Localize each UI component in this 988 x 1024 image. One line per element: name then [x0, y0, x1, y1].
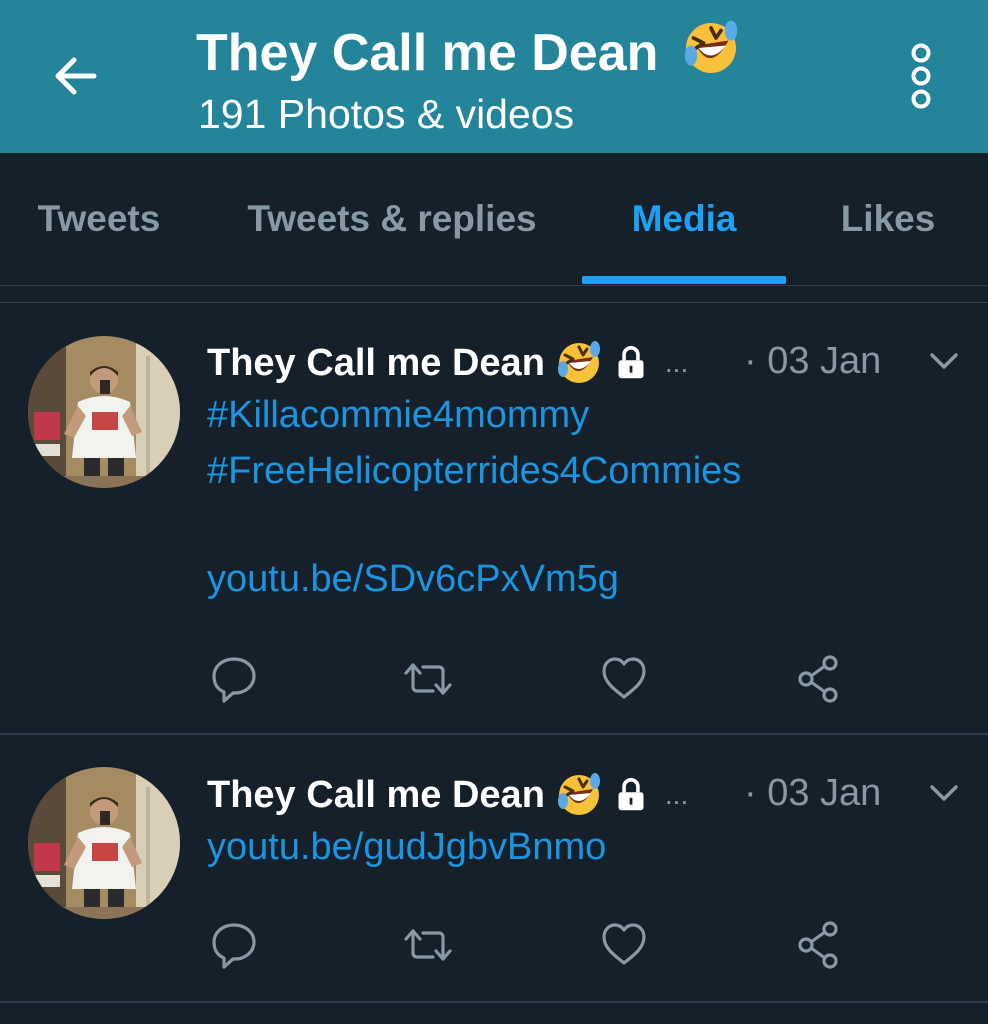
reply-button[interactable] [204, 649, 264, 709]
app-header: They Call me Dean 191 Photos & videos [0, 0, 988, 153]
rofl-emoji-icon [556, 771, 602, 817]
hashtag-link[interactable]: #Killacommie4mommy [207, 387, 589, 443]
profile-name: They Call me Dean [196, 24, 659, 82]
share-button[interactable] [788, 649, 848, 709]
tweet-author[interactable]: They Call me Dean ... [207, 339, 688, 387]
retweet-icon [404, 663, 452, 695]
tweet-item[interactable]: They Call me Dean ... · 03 Jan #Killacom… [0, 303, 988, 735]
retweet-button[interactable] [398, 649, 458, 709]
lock-icon [616, 345, 646, 381]
handle-truncated: ... [664, 779, 689, 810]
chevron-down-icon [930, 353, 958, 369]
more-options-button[interactable] [894, 38, 948, 114]
retweet-icon [404, 929, 452, 961]
url-link[interactable]: youtu.be/gudJgbvBnmo [207, 819, 606, 875]
share-icon [798, 921, 838, 969]
reply-icon [212, 923, 256, 969]
avatar-image [28, 336, 180, 488]
back-button[interactable] [44, 44, 108, 108]
like-button[interactable] [594, 915, 654, 975]
url-link[interactable]: youtu.be/SDv6cPxVm5g [207, 551, 619, 607]
divider [0, 1001, 988, 1003]
rofl-emoji-icon [682, 18, 739, 75]
reply-icon [212, 657, 256, 703]
share-button[interactable] [788, 915, 848, 975]
like-icon [602, 923, 646, 965]
tweet-date[interactable]: · 03 Jan [744, 771, 881, 815]
tab-tweets-replies[interactable]: Tweets & replies [226, 153, 558, 285]
arrow-left-icon [55, 57, 97, 95]
avatar[interactable] [28, 336, 180, 488]
author-name: They Call me Dean [207, 774, 545, 816]
like-button[interactable] [594, 649, 654, 709]
tab-likes[interactable]: Likes [816, 153, 960, 285]
lock-icon [616, 777, 646, 813]
like-icon [602, 657, 646, 699]
tweet-author[interactable]: They Call me Dean ... [207, 771, 688, 819]
active-tab-indicator [582, 276, 786, 284]
reply-button[interactable] [204, 915, 264, 975]
tweet-menu-button[interactable] [922, 339, 966, 383]
chevron-down-icon [930, 785, 958, 801]
share-icon [798, 655, 838, 703]
retweet-button[interactable] [398, 915, 458, 975]
avatar[interactable] [28, 767, 180, 919]
profile-tabs: Tweets Tweets & replies Media Likes [0, 153, 988, 286]
avatar-image [28, 767, 180, 919]
tab-media[interactable]: Media [582, 153, 786, 285]
more-vertical-icon [911, 43, 931, 109]
tweet-item[interactable]: They Call me Dean ... · 03 Jan youtu.be/… [0, 735, 988, 1003]
author-name: They Call me Dean [207, 342, 545, 384]
hashtag-link[interactable]: #FreeHelicopterrides4Commies [207, 443, 741, 499]
tab-tweets[interactable]: Tweets [24, 153, 174, 285]
rofl-emoji-icon [556, 339, 602, 385]
tweet-date[interactable]: · 03 Jan [744, 339, 881, 383]
tweet-menu-button[interactable] [922, 771, 966, 815]
media-count: 191 Photos & videos [198, 91, 575, 137]
handle-truncated: ... [664, 347, 689, 378]
profile-title: They Call me Dean [196, 18, 741, 84]
